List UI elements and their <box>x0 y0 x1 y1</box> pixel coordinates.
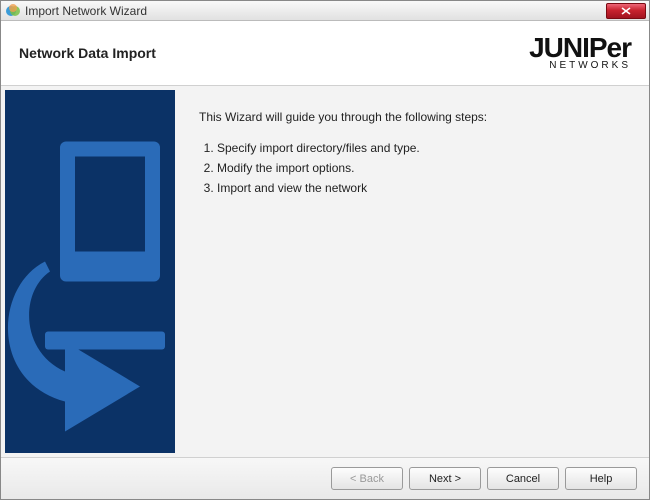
wizard-header: Network Data Import JUNIPer NETWORKS <box>1 21 649 86</box>
back-button: < Back <box>331 467 403 490</box>
intro-text: This Wizard will guide you through the f… <box>199 110 629 124</box>
brand-logo: JUNIPer NETWORKS <box>529 35 631 71</box>
list-item: Import and view the network <box>217 180 629 197</box>
next-button[interactable]: Next > <box>409 467 481 490</box>
close-button[interactable] <box>606 3 646 19</box>
step-list: Specify import directory/files and type.… <box>199 140 629 196</box>
list-item: Modify the import options. <box>217 160 629 177</box>
sidebar-graphic <box>5 90 175 453</box>
wizard-footer: < Back Next > Cancel Help <box>1 458 649 499</box>
wizard-window: Import Network Wizard Network Data Impor… <box>0 0 650 500</box>
help-button[interactable]: Help <box>565 467 637 490</box>
wizard-body: This Wizard will guide you through the f… <box>1 86 649 458</box>
titlebar: Import Network Wizard <box>1 1 649 21</box>
wizard-content: This Wizard will guide you through the f… <box>179 86 649 457</box>
logo-text-main: JUNIPer <box>529 35 631 60</box>
import-arrow-icon <box>5 90 175 453</box>
window-title: Import Network Wizard <box>25 4 147 18</box>
page-title: Network Data Import <box>19 45 156 61</box>
cancel-button[interactable]: Cancel <box>487 467 559 490</box>
list-item: Specify import directory/files and type. <box>217 140 629 157</box>
app-icon <box>5 3 21 19</box>
